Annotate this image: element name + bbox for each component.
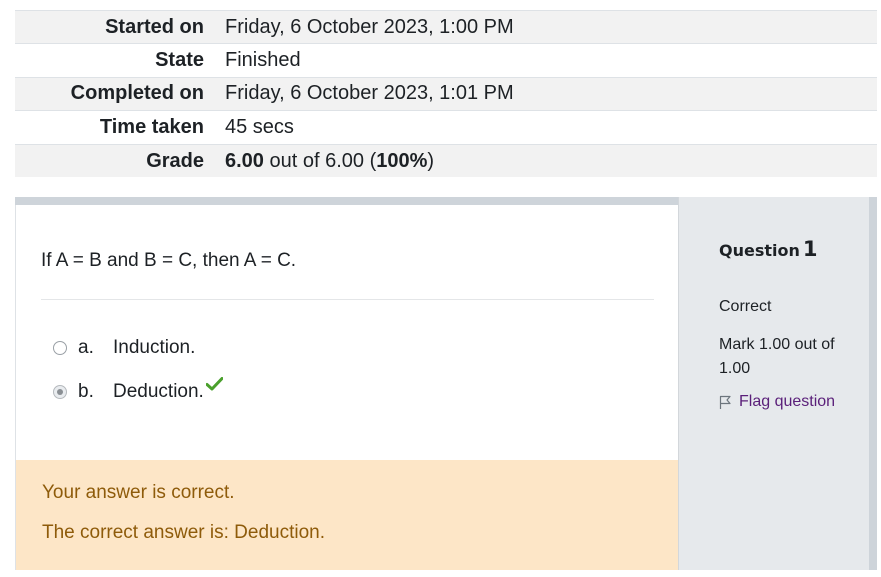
question-mark: Mark 1.00 out of 1.00	[719, 336, 835, 377]
summary-row-time-taken: Time taken 45 secs	[15, 110, 877, 144]
feedback-result: Your answer is correct.	[42, 482, 235, 503]
summary-value-time-taken: 45 secs	[225, 115, 294, 138]
check-icon	[205, 375, 224, 397]
summary-label-started: Started on	[105, 15, 204, 38]
summary-label-completed: Completed on	[70, 82, 204, 105]
flag-icon	[719, 395, 732, 410]
summary-row-started: Started on Friday, 6 October 2023, 1:00 …	[15, 10, 877, 44]
summary-label-state: State	[155, 49, 204, 72]
radio-button-b[interactable]	[53, 385, 67, 399]
answer-label-b: Deduction.	[113, 381, 204, 402]
question-number: Question 1	[719, 237, 818, 261]
question-label: Question	[719, 241, 800, 260]
question-block: If A = B and B = C, then A = C. a. Induc…	[15, 197, 877, 570]
grade-out-of: out of 6.00 (	[263, 149, 377, 172]
summary-row-grade: Grade 6.00 out of 6.00 (100%)	[15, 144, 877, 178]
question-divider	[41, 299, 654, 300]
question-content: If A = B and B = C, then A = C. a. Induc…	[15, 205, 679, 570]
summary-row-completed: Completed on Friday, 6 October 2023, 1:0…	[15, 77, 877, 111]
feedback-correct-answer: The correct answer is: Deduction.	[42, 522, 326, 543]
question-number-value: 1	[802, 237, 818, 261]
answer-letter-b: b.	[78, 381, 94, 402]
summary-label-grade: Grade	[146, 149, 204, 172]
question-text: If A = B and B = C, then A = C.	[41, 250, 297, 271]
summary-row-state: State Finished	[15, 43, 877, 77]
flag-question-label: Flag question	[739, 393, 836, 410]
summary-value-grade: 6.00 out of 6.00 (100%)	[215, 144, 877, 177]
summary-value-started: Friday, 6 October 2023, 1:00 PM	[225, 15, 514, 38]
attempt-summary-table: Started on Friday, 6 October 2023, 1:00 …	[15, 10, 877, 178]
summary-value-completed: Friday, 6 October 2023, 1:01 PM	[225, 82, 514, 105]
feedback-panel: Your answer is correct. The correct answ…	[16, 460, 679, 570]
question-state: Correct	[719, 298, 772, 315]
grade-percent: 100%	[376, 149, 428, 172]
summary-value-state: Finished	[225, 49, 301, 72]
answer-letter-a: a.	[78, 337, 94, 358]
flag-question-link[interactable]: Flag question	[719, 393, 835, 411]
question-info-right-bar	[869, 197, 877, 570]
answer-option-a[interactable]: a. Induction.	[53, 335, 195, 361]
grade-close: )	[427, 149, 435, 172]
grade-score: 6.00	[225, 149, 264, 172]
question-top-bar	[15, 197, 678, 205]
question-info-panel: Question 1 Correct Mark 1.00 out of 1.00 …	[678, 197, 877, 570]
answer-label-a: Induction.	[113, 337, 196, 358]
answer-option-b[interactable]: b. Deduction.	[53, 377, 224, 405]
radio-button-a[interactable]	[53, 341, 67, 355]
summary-label-time-taken: Time taken	[99, 115, 204, 138]
